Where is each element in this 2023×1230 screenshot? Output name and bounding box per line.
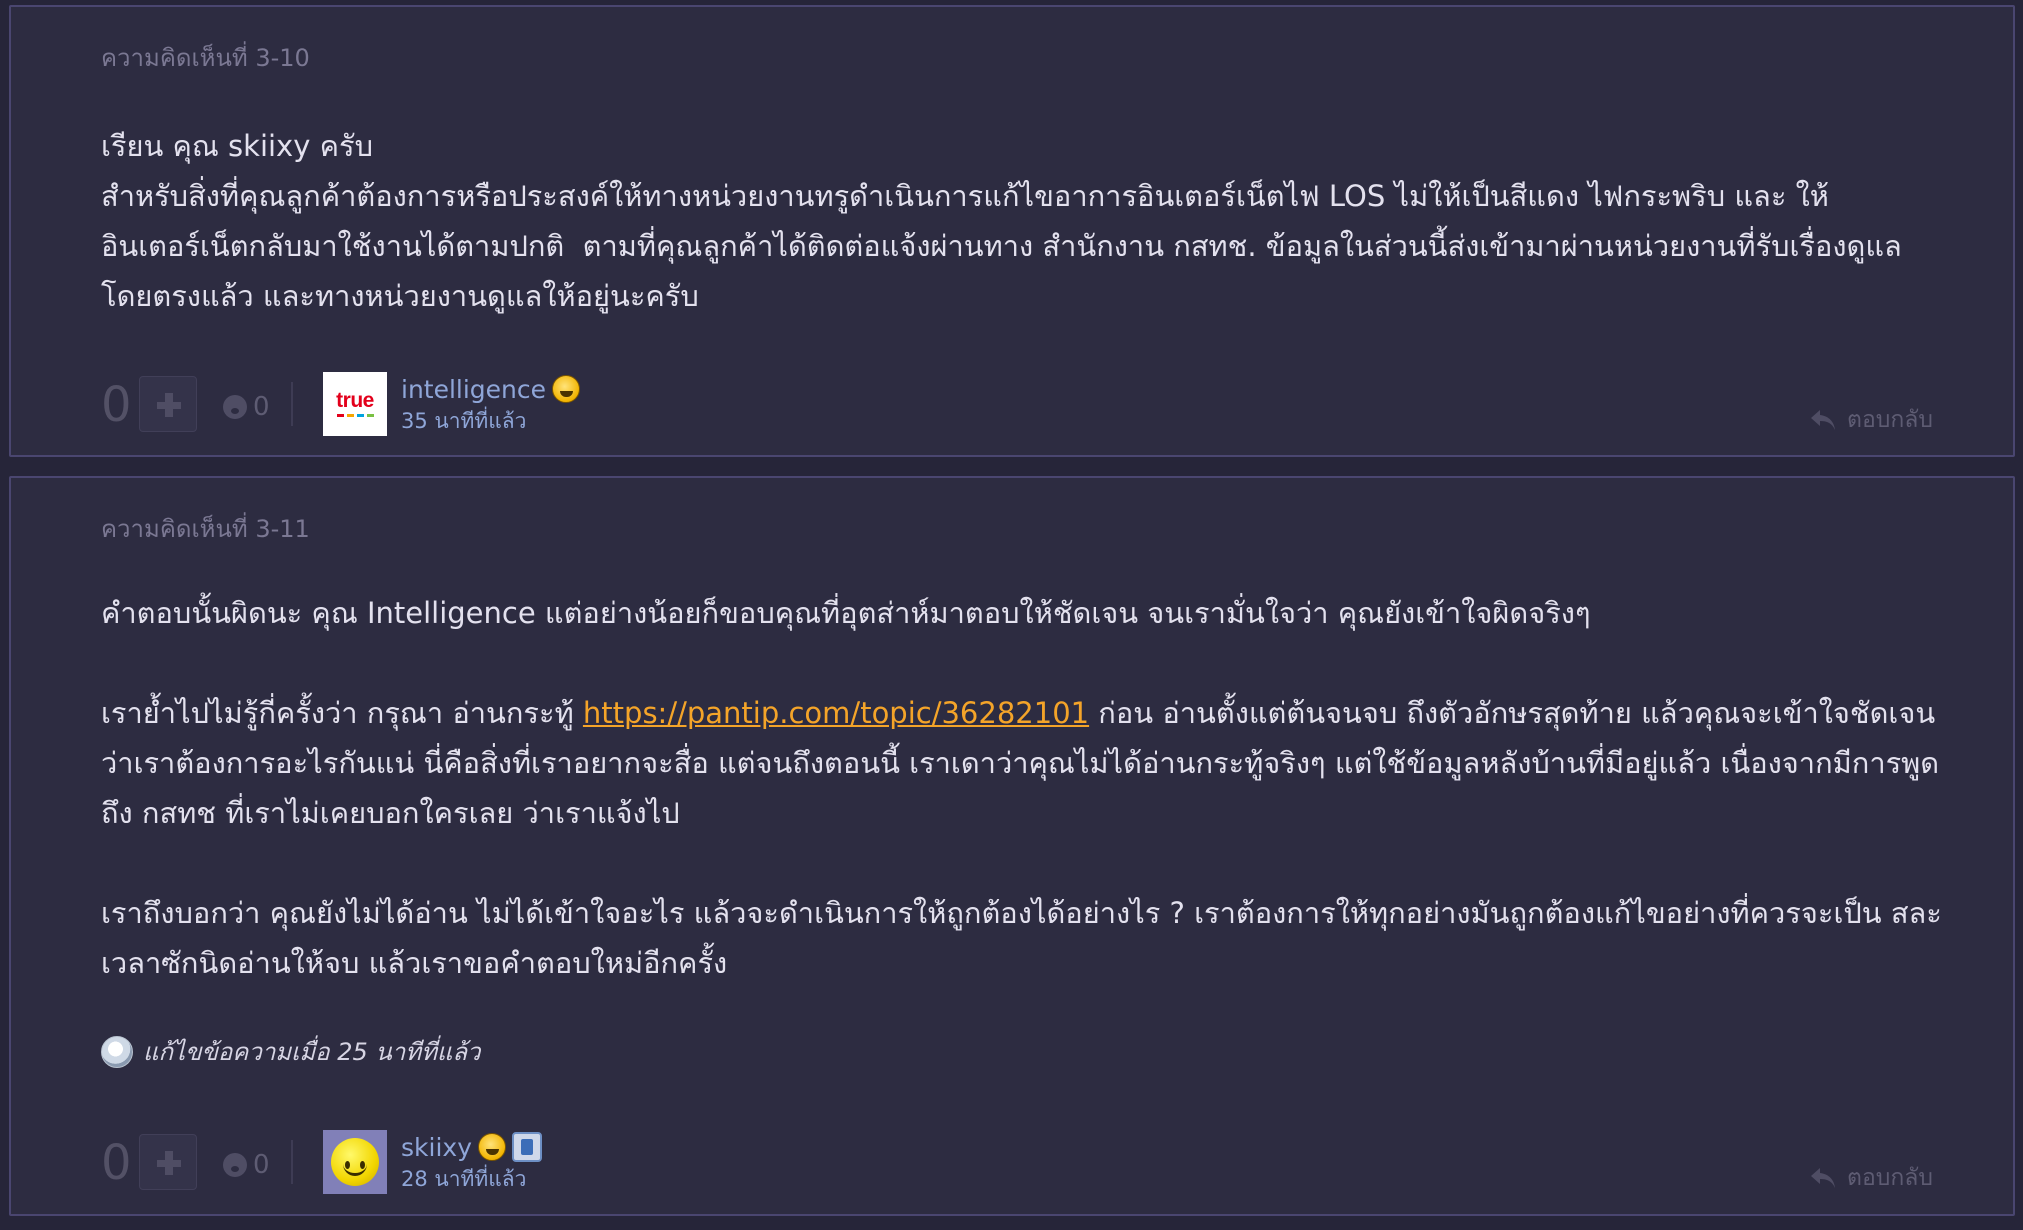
laugh-badge-icon bbox=[477, 1133, 506, 1161]
comment-footer: 0 0 skiixy 28 นาทีที่แล้ว ตอบกลับ bbox=[101, 1130, 1933, 1200]
avatar[interactable]: true bbox=[323, 372, 387, 436]
edited-note: แก้ไขข้อความเมื่อ 25 นาทีที่แล้ว bbox=[101, 1032, 481, 1071]
true-logo-text: true bbox=[336, 389, 374, 412]
username-link[interactable]: intelligence bbox=[401, 375, 546, 404]
post-time[interactable]: 28 นาทีที่แล้ว bbox=[401, 1164, 542, 1194]
emotion-face-icon bbox=[223, 395, 247, 419]
comment-3-11: ความคิดเห็นที่ 3-11 คำตอบนั้นผิดนะ คุณ I… bbox=[9, 476, 2015, 1216]
emotion-button[interactable]: 0 bbox=[223, 1150, 270, 1180]
comment-paragraph: คำตอบนั้นผิดนะ คุณ Intelligence แต่อย่าง… bbox=[101, 596, 1591, 630]
user-info: intelligence 35 นาทีที่แล้ว bbox=[401, 372, 581, 436]
reply-label: ตอบกลับ bbox=[1847, 1165, 1933, 1191]
post-time[interactable]: 35 นาทีที่แล้ว bbox=[401, 406, 580, 436]
verified-badge-icon bbox=[511, 1132, 542, 1162]
divider bbox=[291, 382, 293, 426]
reply-arrow-icon bbox=[1811, 410, 1836, 430]
comment-number: ความคิดเห็นที่ 3-11 bbox=[101, 515, 310, 543]
vote-count: 0 bbox=[101, 377, 132, 433]
member-badge-icon bbox=[552, 375, 581, 403]
reply-button[interactable]: ตอบกลับ bbox=[1809, 1160, 1933, 1196]
avatar[interactable] bbox=[323, 1130, 387, 1194]
reply-arrow-icon bbox=[1811, 1168, 1836, 1188]
emotion-button[interactable]: 0 bbox=[223, 392, 270, 422]
comment-footer: 0 0 true intelligence 35 นาทีที่แล้ว ตอบ… bbox=[101, 372, 1933, 442]
logo-color-dots bbox=[336, 414, 374, 417]
comment-paragraph: เรียน คุณ skiixy ครับ bbox=[101, 129, 373, 163]
reply-label: ตอบกลับ bbox=[1847, 407, 1933, 433]
comment-3-10: ความคิดเห็นที่ 3-10 เรียน คุณ skiixy ครั… bbox=[9, 5, 2015, 457]
comment-body: เรียน คุณ skiixy ครับ สำหรับสิ่งที่คุณลู… bbox=[101, 121, 1961, 321]
reply-button[interactable]: ตอบกลับ bbox=[1809, 402, 1933, 438]
user-info: skiixy 28 นาทีที่แล้ว bbox=[401, 1130, 542, 1194]
comment-body: คำตอบนั้นผิดนะ คุณ Intelligence แต่อย่าง… bbox=[101, 588, 1961, 988]
plus-vote-button[interactable] bbox=[139, 1134, 197, 1190]
smiley-face-icon bbox=[331, 1138, 379, 1186]
edited-text: แก้ไขข้อความเมื่อ 25 นาทีที่แล้ว bbox=[143, 1038, 481, 1066]
username-link[interactable]: skiixy bbox=[401, 1133, 472, 1162]
vote-count: 0 bbox=[101, 1135, 132, 1191]
comment-paragraph: เราย้ำไปไม่รู้กี่ครั้งว่า กรุณา อ่านกระท… bbox=[101, 696, 1945, 830]
comment-number: ความคิดเห็นที่ 3-10 bbox=[101, 44, 310, 72]
edit-clock-icon bbox=[101, 1035, 133, 1068]
topic-link[interactable]: https://pantip.com/topic/36282101 bbox=[583, 696, 1089, 730]
comment-paragraph: เราถึงบอกว่า คุณยังไม่ได้อ่าน ไม่ได้เข้า… bbox=[101, 896, 1942, 980]
comment-paragraph: สำหรับสิ่งที่คุณลูกค้าต้องการหรือประสงค์… bbox=[101, 179, 1902, 313]
plus-vote-button[interactable] bbox=[139, 376, 197, 432]
emotion-count: 0 bbox=[253, 1150, 270, 1180]
divider bbox=[291, 1140, 293, 1184]
emotion-face-icon bbox=[223, 1153, 247, 1177]
emotion-count: 0 bbox=[253, 392, 270, 422]
